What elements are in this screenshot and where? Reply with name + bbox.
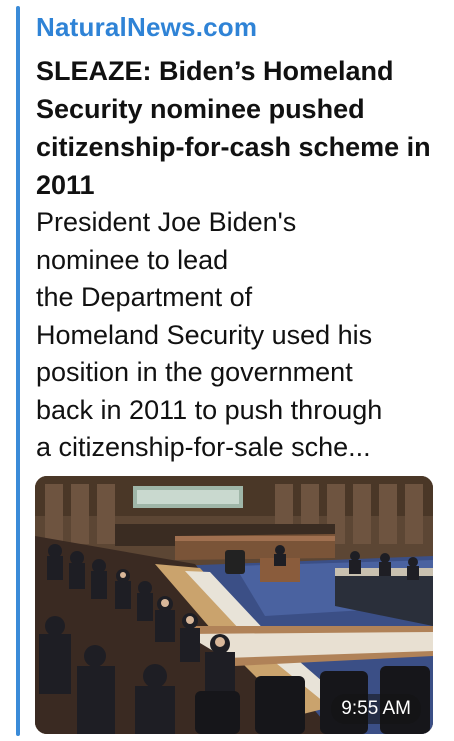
preview-accent-bar [16, 6, 20, 736]
link-preview-message[interactable]: NaturalNews.com SLEAZE: Biden’s Homeland… [0, 0, 454, 741]
preview-headline[interactable]: SLEAZE: Biden’s Homeland Security nomine… [36, 52, 446, 204]
summary-line: a citizenship-for-sale sche... [36, 432, 371, 462]
message-timestamp: 9:55 AM [331, 694, 421, 724]
summary-line: President Joe Biden's [36, 207, 297, 237]
summary-line: the Department of [36, 282, 253, 312]
preview-site-name[interactable]: NaturalNews.com [36, 12, 257, 43]
summary-line: Homeland Security used his [36, 319, 373, 350]
summary-line: position in the government [36, 357, 353, 387]
preview-image[interactable]: 9:55 AM [35, 476, 433, 734]
summary-line: back in 2011 to push through [36, 394, 383, 425]
preview-summary: President Joe Biden's nominee to lead th… [36, 204, 450, 467]
summary-line: nominee to lead [36, 244, 229, 275]
